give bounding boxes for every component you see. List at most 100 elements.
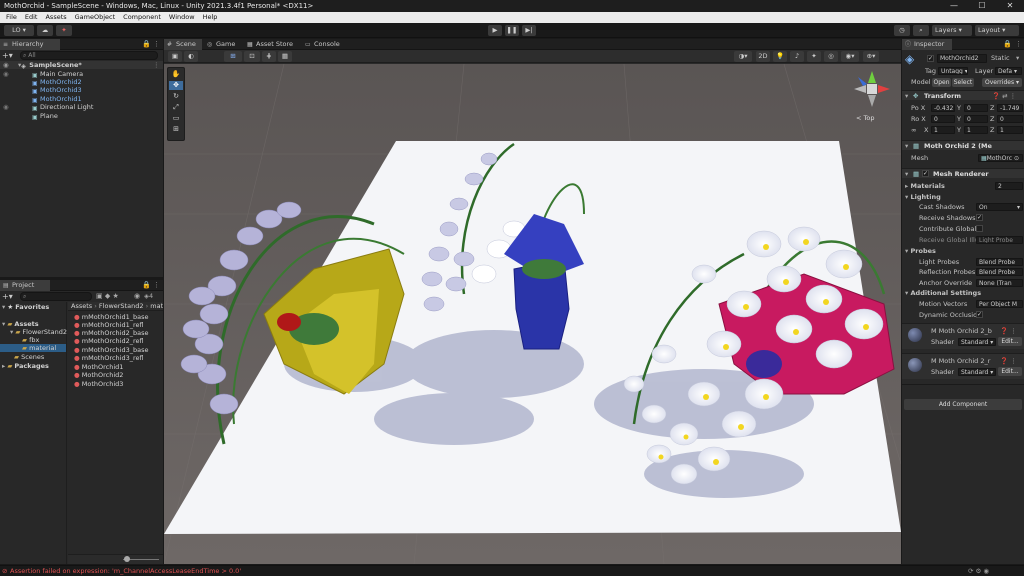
list-item[interactable]: ● mMothOrchid2_refl [74,337,144,345]
play-button[interactable]: ▶ [488,25,502,36]
snap-icon[interactable]: ⋕ [262,51,276,62]
favorites-folder[interactable]: ▾ ★ Favorites [2,303,49,311]
gizmo-view-label[interactable]: < Top [856,114,896,122]
static-label[interactable]: Static [991,54,1010,62]
scene-menu-icon[interactable]: ⋮ [153,61,160,69]
component-help-icon[interactable]: ❓ ⇄ ⋮ [992,91,1016,101]
open-button[interactable]: Open [932,78,951,87]
visibility-icon[interactable]: ◉ [0,103,32,111]
rotation-label[interactable]: Ro X [911,115,926,123]
pivot-icon[interactable]: ⊞ [224,51,242,62]
tab-game[interactable]: ◎ Game [204,39,240,50]
create-asset-button[interactable]: +▾ [2,292,16,301]
move-tool-icon[interactable]: ✥ [169,81,183,90]
visibility-icon[interactable]: ◉ [0,61,18,69]
visibility-icon[interactable]: ◉ [0,70,32,78]
visibility-toggle-icon[interactable]: ◉ [134,292,140,300]
list-item[interactable]: ● mMothOrchid3_refl [74,354,144,362]
cloud-icon[interactable]: ☁ [37,25,53,36]
account-dropdown[interactable]: LO ▾ [4,25,34,36]
dynamic-occlusion-checkbox[interactable]: ✓ [976,311,983,318]
position-label[interactable]: Po X [911,104,925,112]
camera-icon[interactable]: ◉▾ [841,51,859,62]
edit-shader-button[interactable]: Edit... [998,337,1022,346]
draw-mode-icon[interactable]: ▣ [168,51,182,62]
materials-count-field[interactable]: 2 [995,182,1023,190]
component-help-icon[interactable]: ❓ ⋮ [1000,327,1017,335]
scenes-folder[interactable]: ▰ Scenes [14,353,44,361]
hand-tool-icon[interactable]: ✋ [169,70,183,79]
zoom-slider-handle[interactable] [124,556,130,562]
scale-tool-icon[interactable]: ⤢ [169,103,183,112]
layout-dropdown[interactable]: Layout ▾ [975,25,1019,36]
rotation-x-field[interactable]: 0 [931,115,955,123]
lock-icon[interactable]: 🔒 [142,281,151,289]
hierarchy-item-main-camera[interactable]: ◉ ▣ Main Camera [0,70,163,79]
grid-snap-icon[interactable]: ▦ [278,51,292,62]
audio-icon[interactable]: ♪ [790,51,804,62]
close-button[interactable]: ✕ [996,0,1024,12]
pause-button[interactable]: ❚❚ [505,25,519,36]
render-mode-icon[interactable]: ◑▾ [734,51,752,62]
status-progress-icon[interactable]: ⟳ ⚙ ◉ [968,566,989,576]
hierarchy-search-input[interactable]: ⌕ All [20,51,158,60]
scene-viewport[interactable] [164,64,901,564]
motion-vectors-dropdown[interactable]: Per Object M [976,300,1023,308]
panel-menu-icon[interactable]: ⋮ [153,281,160,289]
static-dropdown-icon[interactable]: ▾ [1016,54,1019,62]
assets-folder[interactable]: ▾ ▰ Assets [2,320,39,328]
filter-icon[interactable]: ▣ ◆ ★ [96,292,119,300]
mesh-filter-header[interactable]: ▾ ▦ Moth Orchid 2 (Me [902,140,1024,150]
collab-icon[interactable]: ✦ [56,25,72,36]
anchor-override-field[interactable]: None (Tran [976,279,1023,287]
tab-project[interactable]: ▤ Project [0,280,50,291]
materials-label[interactable]: ▸ Materials [905,182,945,190]
edit-shader-button[interactable]: Edit... [998,367,1022,376]
rotation-z-field[interactable]: 0 [997,115,1023,123]
transform-header[interactable]: ▾ ✥ Transform ❓ ⇄ ⋮ [902,90,1024,100]
status-message[interactable]: Assertion failed on expression: 'm_Chann… [10,567,241,575]
hierarchy-item-scene[interactable]: ◉ ▾◈ SampleScene* ⋮ [0,61,163,70]
shader-dropdown[interactable]: Standard ▾ [958,338,996,346]
menu-assets[interactable]: Assets [41,12,70,23]
scale-lock-icon[interactable]: ∞ [911,126,916,134]
flowerstand2-folder[interactable]: ▾ ▰ FlowerStand2 [10,328,67,336]
menu-component[interactable]: Component [119,12,165,23]
mesh-renderer-enabled-checkbox[interactable]: ✓ [922,170,929,177]
rect-tool-icon[interactable]: ▭ [169,114,183,123]
tab-asset-store[interactable]: ▦ Asset Store [244,39,300,50]
rotate-tool-icon[interactable]: ↻ [169,92,183,101]
hierarchy-item-directional-light[interactable]: ◉ ▣ Directional Light [0,103,163,112]
position-x-field[interactable]: -0.432 [931,104,955,112]
shader-dropdown[interactable]: Standard ▾ [958,368,996,376]
menu-window[interactable]: Window [165,12,199,23]
fbx-folder[interactable]: ▰ fbx [22,336,39,344]
tab-inspector[interactable]: ⓘ Inspector [902,39,952,50]
global-icon[interactable]: ⊡ [244,51,260,62]
panel-menu-icon[interactable]: ⋮ [1015,40,1022,48]
additional-settings-section[interactable]: ▾ Additional Settings [905,289,981,297]
select-button[interactable]: Select [952,78,974,87]
list-item[interactable]: ● mMothOrchid1_base [74,313,149,321]
scale-x-field[interactable]: 1 [931,126,955,134]
mode-2d-button[interactable]: 2D [756,51,770,62]
hierarchy-item-mothorchid3[interactable]: ▣ MothOrchid3 [0,86,163,95]
project-search-input[interactable]: ⌕ [20,292,92,301]
material-folder[interactable]: ▰ material [0,344,66,352]
object-name-input[interactable]: MothOrchid2 [937,54,987,63]
menu-help[interactable]: Help [199,12,222,23]
breadcrumb-flowerstand2[interactable]: FlowerStand2 [99,302,144,310]
list-item[interactable]: ● MothOrchid2 [74,371,123,379]
panel-menu-icon[interactable]: ⋮ [153,40,160,48]
gizmos-icon[interactable]: ⊕▾ [863,51,879,62]
scale-z-field[interactable]: 1 [997,126,1023,134]
add-object-button[interactable]: +▾ [2,51,16,60]
reflection-probes-dropdown[interactable]: Blend Probe [976,268,1023,276]
effects-icon[interactable]: ✦ [807,51,821,62]
tag-dropdown[interactable]: Untagg ▾ [938,67,968,75]
orientation-gizmo[interactable] [852,69,892,119]
layer-dropdown[interactable]: Defa ▾ [995,67,1022,75]
contribute-gi-checkbox[interactable] [976,225,983,232]
overrides-dropdown[interactable]: Overrides ▾ [982,78,1022,87]
scale-y-field[interactable]: 1 [964,126,988,134]
